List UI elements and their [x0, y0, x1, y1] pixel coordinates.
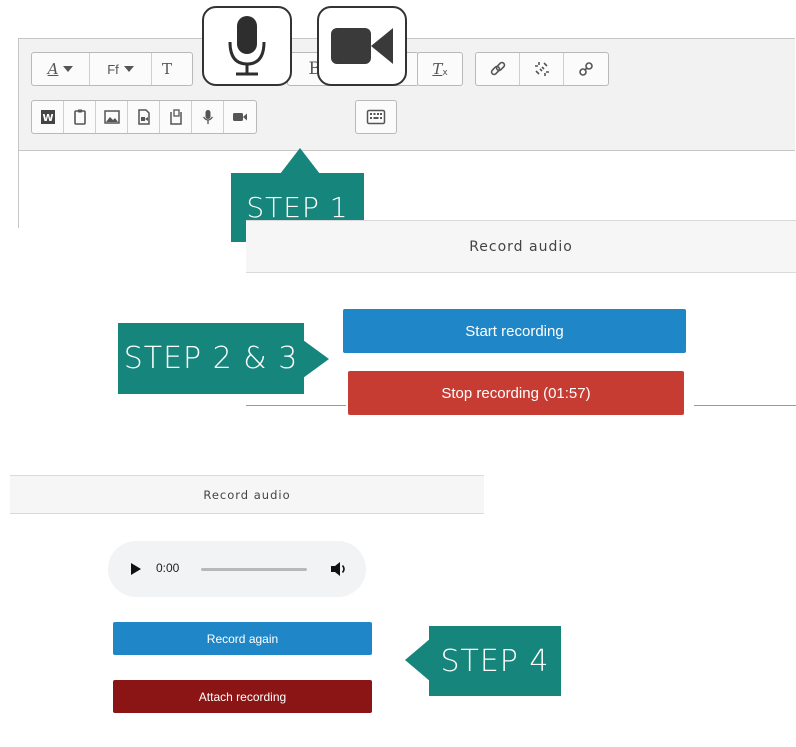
- anchor-icon: [579, 62, 593, 76]
- panel-divider: [246, 405, 346, 406]
- step4-pointer: [405, 638, 431, 682]
- record-again-button[interactable]: Record again: [113, 622, 372, 655]
- toolbar-group-more: [355, 100, 397, 134]
- show-more-button[interactable]: [356, 101, 396, 133]
- toolbar-group-clear: T x: [417, 52, 463, 86]
- seek-bar[interactable]: [201, 568, 307, 571]
- toolbar-group-insert: W: [31, 100, 257, 134]
- stop-recording-button[interactable]: Stop recording (01:57): [348, 371, 684, 415]
- volume-icon[interactable]: [330, 561, 348, 577]
- subscript-x-icon: x: [442, 68, 448, 78]
- font-size-button[interactable]: A: [32, 53, 90, 85]
- insert-media-button[interactable]: [128, 101, 160, 133]
- font-family-button[interactable]: Ff: [90, 53, 152, 85]
- chevron-down-icon: [63, 66, 74, 72]
- attach-recording-button[interactable]: Attach recording: [113, 680, 372, 713]
- svg-text:W: W: [42, 113, 53, 124]
- keyboard-icon: [366, 109, 386, 125]
- image-icon: [103, 110, 120, 124]
- record-panel-header: Record audio: [246, 220, 796, 273]
- paste-word-button[interactable]: W: [32, 101, 64, 133]
- unlink-icon: [534, 62, 549, 76]
- clear-formatting-button[interactable]: T x: [418, 53, 462, 85]
- panel-divider: [694, 405, 796, 406]
- step2-3-pointer: [303, 340, 329, 378]
- microphone-icon: [202, 110, 213, 124]
- player-time: 0:00: [156, 561, 180, 575]
- unlink-button[interactable]: [520, 53, 564, 85]
- clear-formatting-icon: T: [432, 60, 443, 78]
- step4-label: STEP 4: [429, 626, 561, 696]
- link-icon: [490, 61, 505, 76]
- anchor-button[interactable]: [564, 53, 608, 85]
- link-button[interactable]: [476, 53, 520, 85]
- step2-3-label: STEP 2 & 3: [118, 323, 304, 394]
- audio-player: 0:00: [108, 541, 366, 597]
- record-video-button[interactable]: [224, 101, 256, 133]
- text-style-icon: T: [162, 60, 173, 78]
- video-camera-highlight: [317, 6, 407, 86]
- toolbar-group-links: [475, 52, 609, 86]
- playback-panel-header: Record audio: [10, 475, 484, 514]
- start-recording-button[interactable]: Start recording: [343, 309, 686, 353]
- clipboard-icon: [73, 109, 86, 125]
- files-icon: [169, 109, 182, 125]
- video-camera-icon: [331, 28, 393, 64]
- insert-image-button[interactable]: [96, 101, 128, 133]
- microphone-highlight: [202, 6, 292, 86]
- video-camera-icon: [233, 113, 247, 121]
- word-icon: W: [40, 110, 55, 124]
- font-size-icon: A: [47, 60, 59, 78]
- text-style-button[interactable]: T: [152, 53, 192, 85]
- editor-toolbar: A Ff T B T x W: [19, 39, 795, 151]
- chevron-down-icon: [123, 66, 134, 72]
- step1-pointer: [280, 148, 320, 174]
- font-family-icon: Ff: [107, 61, 119, 77]
- paste-text-button[interactable]: [64, 101, 96, 133]
- record-audio-button[interactable]: [192, 101, 224, 133]
- manage-files-button[interactable]: [160, 101, 192, 133]
- toolbar-group-font: A Ff T: [31, 52, 193, 86]
- play-icon[interactable]: [130, 563, 142, 575]
- microphone-icon: [228, 16, 266, 76]
- media-file-icon: [137, 109, 150, 125]
